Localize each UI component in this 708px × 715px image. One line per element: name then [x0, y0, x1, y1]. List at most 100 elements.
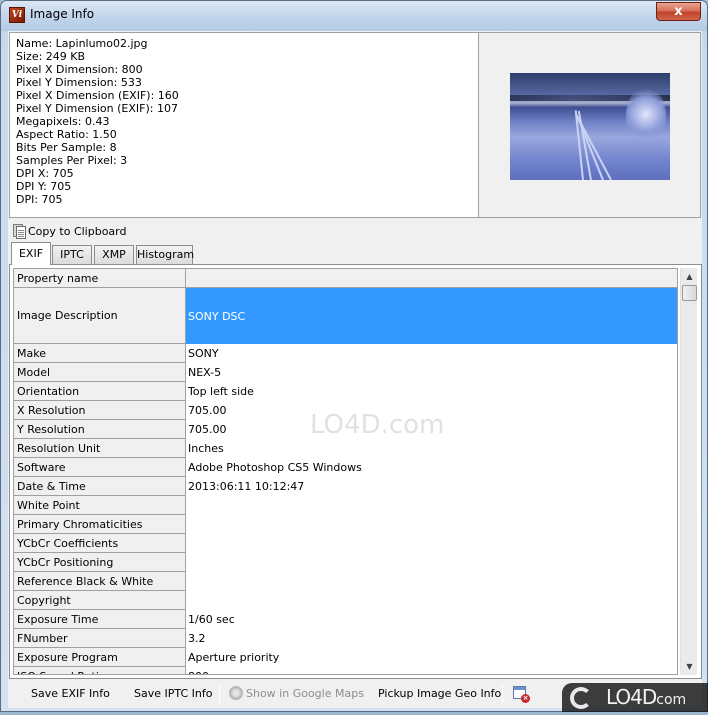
- property-name-cell[interactable]: Software: [14, 458, 186, 477]
- property-value-cell[interactable]: [186, 591, 677, 610]
- lo4d-logo-icon: [570, 687, 592, 709]
- property-name-cell[interactable]: Primary Chromaticities: [14, 515, 186, 534]
- property-row[interactable]: White Point: [14, 496, 677, 515]
- property-row[interactable]: Software Adobe Photoshop CS5 Windows: [14, 458, 677, 477]
- property-value-cell[interactable]: SONY DSC: [186, 288, 677, 344]
- info-line: Pixel X Dimension (EXIF): 160: [16, 89, 179, 102]
- scrollbar-thumb[interactable]: [682, 285, 697, 301]
- property-name-cell[interactable]: Y Resolution: [14, 420, 186, 439]
- property-row[interactable]: Orientation Top left side: [14, 382, 677, 401]
- property-row[interactable]: Copyright: [14, 591, 677, 610]
- property-row[interactable]: Make SONY: [14, 344, 677, 363]
- property-value-cell[interactable]: 2013:06:11 10:12:47: [186, 477, 677, 496]
- property-name-cell[interactable]: Make: [14, 344, 186, 363]
- close-button[interactable]: x: [656, 2, 701, 21]
- client-area: Name: Lapinlumo02.jpg Size: 249 KB Pixel X…: [8, 31, 702, 708]
- property-value-cell[interactable]: SONY: [186, 344, 677, 363]
- property-value-header[interactable]: [186, 269, 677, 288]
- show-in-google-maps-button[interactable]: Show in Google Maps: [229, 685, 364, 703]
- toolbar-separator: [219, 685, 220, 703]
- property-value-cell[interactable]: Aperture priority: [186, 648, 677, 667]
- property-name-cell[interactable]: ISO Speed Ratings: [14, 667, 186, 674]
- property-value-cell[interactable]: 800: [186, 667, 677, 674]
- property-value-cell[interactable]: Top left side: [186, 382, 677, 401]
- property-name-header[interactable]: Property name: [14, 269, 186, 288]
- property-row[interactable]: Exposure Program Aperture priority: [14, 648, 677, 667]
- vertical-scrollbar[interactable]: ▲ ▼: [680, 268, 697, 675]
- property-row[interactable]: YCbCr Coefficients: [14, 534, 677, 553]
- property-row[interactable]: Exposure Time 1/60 sec: [14, 610, 677, 629]
- property-name-cell[interactable]: X Resolution: [14, 401, 186, 420]
- property-row[interactable]: Model NEX-5: [14, 363, 677, 382]
- close-window-icon[interactable]: ×: [513, 686, 530, 703]
- property-name-cell[interactable]: YCbCr Positioning: [14, 553, 186, 572]
- clipboard-icon: [12, 223, 26, 239]
- property-value-cell[interactable]: NEX-5: [186, 363, 677, 382]
- property-name-cell[interactable]: Model: [14, 363, 186, 382]
- copy-to-clipboard-label: Copy to Clipboard: [28, 224, 127, 238]
- watermark-suffix: com: [656, 692, 687, 708]
- property-row[interactable]: FNumber 3.2: [14, 629, 677, 648]
- property-name-cell[interactable]: Resolution Unit: [14, 439, 186, 458]
- info-line: Pixel X Dimension: 800: [16, 63, 143, 76]
- property-value-cell[interactable]: [186, 515, 677, 534]
- info-line: Size: 249 KB: [16, 50, 86, 63]
- property-name-cell[interactable]: White Point: [14, 496, 186, 515]
- lo4d-watermark: LO4Dcom: [562, 683, 708, 712]
- app-icon: Vi: [9, 7, 25, 23]
- tab-xmp[interactable]: XMP: [94, 245, 134, 264]
- property-value-cell[interactable]: [186, 572, 677, 591]
- property-row[interactable]: Primary Chromaticities: [14, 515, 677, 534]
- scroll-up-arrow-icon[interactable]: ▲: [681, 268, 698, 285]
- window-title: Image Info: [30, 7, 95, 21]
- info-line: Samples Per Pixel: 3: [16, 154, 128, 167]
- google-maps-icon: [229, 686, 243, 700]
- property-value-cell[interactable]: 705.00: [186, 420, 677, 439]
- property-name-cell[interactable]: Copyright: [14, 591, 186, 610]
- save-exif-button[interactable]: Save EXIF Info: [31, 685, 110, 703]
- property-value-cell[interactable]: [186, 534, 677, 553]
- property-row[interactable]: Reference Black & White: [14, 572, 677, 591]
- watermark-brand: LO4D: [606, 685, 657, 709]
- property-value-cell[interactable]: Adobe Photoshop CS5 Windows: [186, 458, 677, 477]
- tab-strip: EXIF IPTC XMP Histogram: [9, 242, 702, 265]
- grid-header-row: Property name: [14, 269, 677, 288]
- tab-histogram[interactable]: Histogram: [136, 245, 194, 264]
- property-row[interactable]: ISO Speed Ratings800: [14, 667, 677, 674]
- property-name-cell[interactable]: YCbCr Coefficients: [14, 534, 186, 553]
- property-name-cell[interactable]: Exposure Time: [14, 610, 186, 629]
- property-value-cell[interactable]: Inches: [186, 439, 677, 458]
- property-row[interactable]: YCbCr Positioning: [14, 553, 677, 572]
- property-value-cell[interactable]: [186, 553, 677, 572]
- pickup-image-geo-info-button[interactable]: Pickup Image Geo Info: [378, 685, 501, 703]
- property-value-cell[interactable]: [186, 496, 677, 515]
- property-name-cell[interactable]: Exposure Program: [14, 648, 186, 667]
- info-line: DPI X: 705: [16, 167, 74, 180]
- property-name-cell[interactable]: Image Description: [14, 288, 186, 344]
- property-value-cell[interactable]: 1/60 sec: [186, 610, 677, 629]
- exif-panel: Property name Image Description SONY DSC M…: [9, 264, 702, 679]
- property-name-cell[interactable]: Date & Time: [14, 477, 186, 496]
- property-row[interactable]: X Resolution 705.00: [14, 401, 677, 420]
- title-bar[interactable]: Vi Image Info x: [1, 1, 707, 31]
- copy-to-clipboard-button[interactable]: Copy to Clipboard: [12, 222, 126, 240]
- scroll-down-arrow-icon[interactable]: ▼: [681, 658, 698, 675]
- property-row[interactable]: Date & Time 2013:06:11 10:12:47: [14, 477, 677, 496]
- show-in-google-maps-label: Show in Google Maps: [246, 687, 364, 700]
- property-name-cell[interactable]: FNumber: [14, 629, 186, 648]
- property-name-cell[interactable]: Reference Black & White: [14, 572, 186, 591]
- property-row[interactable]: Y Resolution 705.00: [14, 420, 677, 439]
- property-value-cell[interactable]: 705.00: [186, 401, 677, 420]
- info-line: Bits Per Sample: 8: [16, 141, 117, 154]
- tab-exif[interactable]: EXIF: [11, 242, 51, 265]
- info-line: Name: Lapinlumo02.jpg: [16, 37, 148, 50]
- save-iptc-button[interactable]: Save IPTC Info: [134, 685, 212, 703]
- property-row[interactable]: Image Description SONY DSC: [14, 288, 677, 344]
- image-summary-panel: Name: Lapinlumo02.jpg Size: 249 KB Pixel X…: [9, 32, 479, 218]
- info-line: DPI Y: 705: [16, 180, 72, 193]
- property-value-cell[interactable]: 3.2: [186, 629, 677, 648]
- tab-iptc[interactable]: IPTC: [52, 245, 92, 264]
- property-row[interactable]: Resolution Unit Inches: [14, 439, 677, 458]
- toolbar: Copy to Clipboard: [9, 220, 702, 242]
- property-name-cell[interactable]: Orientation: [14, 382, 186, 401]
